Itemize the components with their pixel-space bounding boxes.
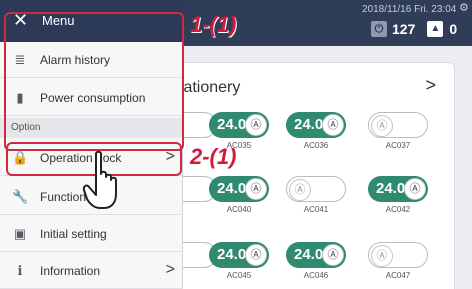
section-label: Option: [11, 122, 41, 133]
auto-mode-icon: Ⓐ: [245, 178, 267, 200]
annotation-step2: 2-(1): [190, 144, 237, 169]
unit-name: AC042: [385, 205, 411, 214]
menu-item-label: Alarm history: [40, 53, 111, 67]
annotation-step1: 1-(1): [190, 12, 237, 37]
unit-toggle-off[interactable]: Ⓐ: [286, 176, 346, 202]
unit-toggle-on[interactable]: 24.0 Ⓐ: [368, 176, 428, 202]
menu-item-label: Initial setting: [40, 227, 107, 241]
ac-unit[interactable]: Ⓐ AC037: [368, 112, 428, 156]
menu-item-label: Power consumption: [40, 91, 146, 105]
ac-unit[interactable]: Ⓐ AC041: [286, 176, 346, 220]
auto-mode-icon: Ⓐ: [371, 245, 393, 267]
unit-name: AC045: [226, 271, 252, 280]
unit-temperature: 24.0: [376, 180, 406, 197]
auto-mode-icon: Ⓐ: [245, 114, 267, 136]
unit-name: AC046: [303, 271, 329, 280]
unit-toggle-on[interactable]: 24.0 Ⓐ: [209, 176, 269, 202]
menu-section-option: Option: [0, 118, 183, 138]
unit-temperature: 24.0: [217, 246, 247, 263]
alarm-count: 0: [449, 21, 458, 37]
side-menu: ✕ Menu ≣ Alarm history ▮ Power consumpti…: [0, 0, 183, 289]
chevron-right-icon: >: [165, 148, 175, 165]
unit-temperature: 24.0: [294, 246, 324, 263]
power-consumption-icon: ▮: [16, 90, 24, 105]
info-icon: ℹ: [17, 263, 23, 278]
auto-mode-icon: Ⓐ: [245, 244, 267, 266]
wrench-icon: 🔧: [12, 189, 29, 204]
chevron-right-icon[interactable]: >: [425, 75, 436, 96]
unit-name: AC040: [226, 205, 252, 214]
menu-title: Menu: [42, 13, 75, 28]
ac-unit[interactable]: 24.0 Ⓐ AC046: [286, 242, 346, 286]
menu-item-information[interactable]: ℹ Information >: [0, 253, 183, 289]
ac-unit[interactable]: 24.0 Ⓐ AC045: [209, 242, 269, 286]
unit-temperature: 24.0: [217, 180, 247, 197]
app-window: 2018/11/16 Fri. 23:04 ⚙ ⏻ 127 ▲ 0 tation…: [0, 0, 472, 289]
menu-item-power-consumption[interactable]: ▮ Power consumption: [0, 80, 183, 116]
auto-mode-icon: Ⓐ: [289, 179, 311, 201]
panel-title: tationery: [179, 79, 241, 96]
menu-item-initial-setting[interactable]: ▣ Initial setting: [0, 216, 183, 252]
ac-unit[interactable]: Ⓐ AC047: [368, 242, 428, 286]
alarm-icon: ▲: [427, 21, 444, 37]
unit-toggle-off[interactable]: Ⓐ: [368, 242, 428, 268]
chevron-right-icon: >: [165, 261, 175, 278]
auto-mode-icon: Ⓐ: [322, 244, 344, 266]
ac-unit[interactable]: 24.0 Ⓐ AC036: [286, 112, 346, 156]
unit-temperature: 24.0: [217, 116, 247, 133]
auto-mode-icon: Ⓐ: [322, 114, 344, 136]
unit-temperature: 24.0: [294, 116, 324, 133]
menu-item-alarm-history[interactable]: ≣ Alarm history: [0, 42, 183, 78]
auto-mode-icon: Ⓐ: [371, 115, 393, 137]
ac-unit[interactable]: 24.0 Ⓐ AC040: [209, 176, 269, 220]
datetime: 2018/11/16 Fri. 23:04: [362, 4, 457, 15]
unit-name: AC037: [385, 141, 411, 150]
ac-unit[interactable]: 24.0 Ⓐ AC042: [368, 176, 428, 220]
unit-toggle-on[interactable]: 24.0 Ⓐ: [209, 242, 269, 268]
unit-name: AC047: [385, 271, 411, 280]
unit-toggle-on[interactable]: 24.0 Ⓐ: [209, 112, 269, 138]
close-icon[interactable]: ✕: [13, 10, 28, 30]
auto-mode-icon: Ⓐ: [404, 178, 426, 200]
menu-item-label: Information: [40, 264, 101, 278]
alarm-history-icon: ≣: [14, 52, 26, 67]
power-count: 127: [392, 21, 416, 37]
unit-toggle-on[interactable]: 24.0 Ⓐ: [286, 112, 346, 138]
unit-name: AC036: [303, 141, 329, 150]
unit-name: AC041: [303, 205, 329, 214]
hand-pointer-icon: [82, 150, 117, 209]
settings-icon: ▣: [13, 226, 27, 241]
power-icon: ⏻: [371, 21, 387, 37]
unit-toggle-on[interactable]: 24.0 Ⓐ: [286, 242, 346, 268]
status-summary: ⏻ 127 ▲ 0: [371, 21, 457, 37]
gear-icon[interactable]: ⚙: [459, 1, 469, 14]
lock-icon: 🔒: [12, 150, 29, 165]
unit-toggle-off[interactable]: Ⓐ: [368, 112, 428, 138]
menu-item-label: Function: [40, 190, 87, 204]
menu-header: ✕ Menu: [0, 0, 183, 42]
